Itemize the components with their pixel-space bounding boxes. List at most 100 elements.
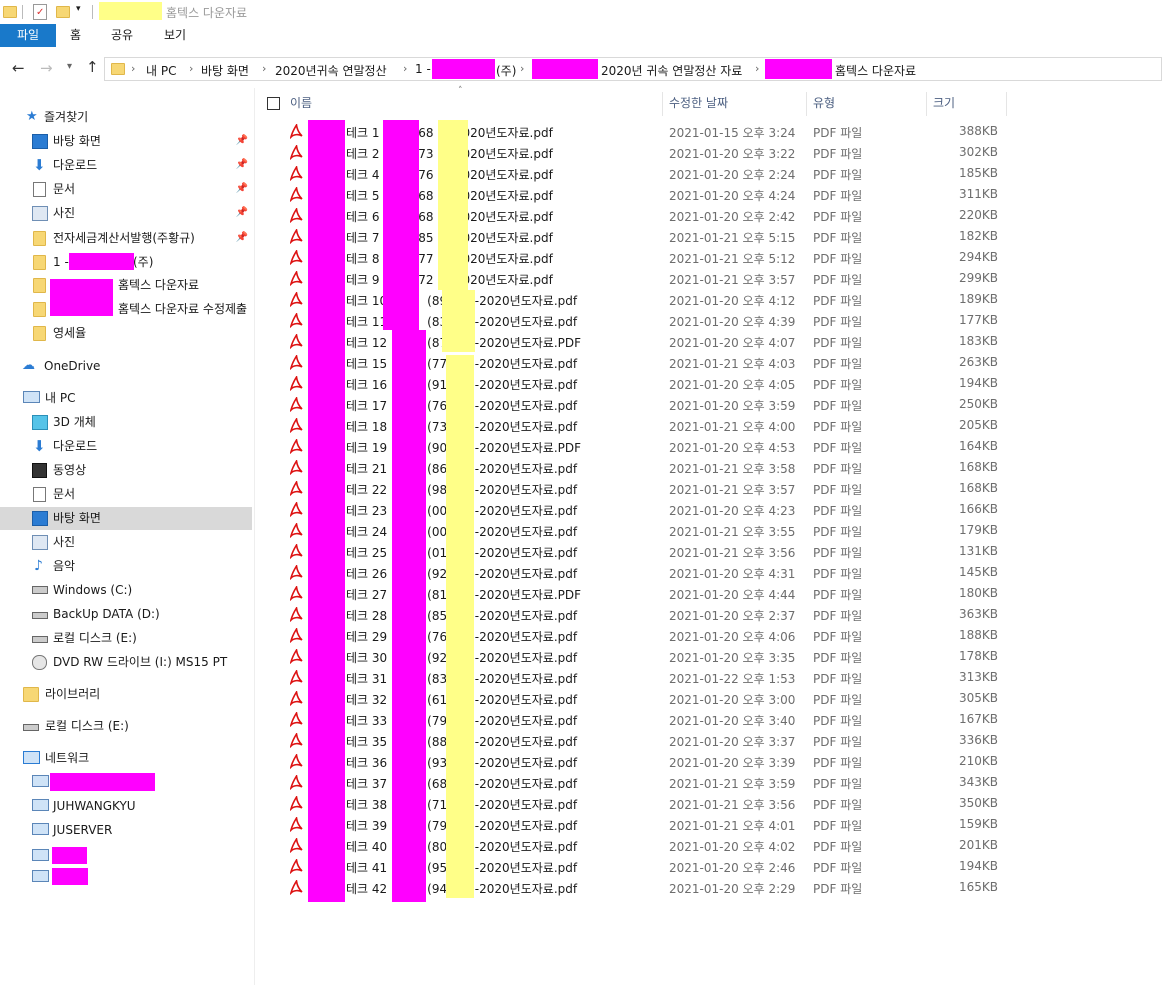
- sidebar-item-hometax[interactable]: 홈텍스 다운자료: [32, 274, 252, 316]
- file-row[interactable]: 테크 12 (87)-2020년도자료.PDF 2021-01-20 오후 4:07…: [262, 331, 1022, 352]
- address-bar[interactable]: › 내 PC › 바탕 화면 › 2020년귀속 연말정산 › 1 - (주) …: [104, 57, 1162, 81]
- column-divider[interactable]: [806, 92, 807, 116]
- sidebar-item-downloads[interactable]: ⬇ 다운로드 📌: [32, 154, 252, 176]
- column-divider[interactable]: [926, 92, 927, 116]
- sidebar-item-documents[interactable]: 문서 📌: [32, 178, 252, 200]
- file-row[interactable]: 테크 7 (85 -2020년도자료.pdf 2021-01-21 오후 5:15 PD…: [262, 226, 1022, 247]
- file-row[interactable]: 테크 22 (98)-2020년도자료.pdf 2021-01-21 오후 3:57…: [262, 478, 1022, 499]
- file-row[interactable]: 테크 25 (01)-2020년도자료.pdf 2021-01-21 오후 3:56…: [262, 541, 1022, 562]
- file-type: PDF 파일: [813, 735, 863, 749]
- new-folder-icon[interactable]: [56, 6, 70, 18]
- pane-divider[interactable]: [254, 88, 255, 985]
- pin-icon[interactable]: 📌: [236, 178, 248, 200]
- file-row[interactable]: 테크 42 (94)-2020년도자료.pdf 2021-01-20 오후 2:29…: [262, 877, 1022, 898]
- file-row[interactable]: 테크 9 (72 -2020년도자료.pdf 2021-01-21 오후 3:57 PD…: [262, 268, 1022, 289]
- sidebar-network-host[interactable]: [32, 845, 112, 867]
- file-row[interactable]: 테크 29 (76)-2020년도자료.pdf 2021-01-20 오후 4:06…: [262, 625, 1022, 646]
- file-row[interactable]: 테크 10 (89)-2020년도자료.pdf 2021-01-20 오후 4:12…: [262, 289, 1022, 310]
- file-row[interactable]: 테크 41 (95)-2020년도자료.pdf 2021-01-20 오후 2:46…: [262, 856, 1022, 877]
- file-row[interactable]: 테크 18 (73)-2020년도자료.pdf 2021-01-21 오후 4:00…: [262, 415, 1022, 436]
- file-name-prefix: 테크 17: [346, 399, 388, 413]
- file-row[interactable]: 테크 30 (92)-2020년도자료.pdf 2021-01-20 오후 3:35…: [262, 646, 1022, 667]
- sidebar-item-tax-invoice[interactable]: 전자세금계산서발행(주황규) 📌: [32, 227, 252, 249]
- sidebar-network-host[interactable]: [32, 771, 162, 793]
- tab-view[interactable]: 보기: [150, 24, 200, 47]
- file-name-prefix: 테크 35: [346, 735, 388, 749]
- file-row[interactable]: 테크 16 (91)-2020년도자료.pdf 2021-01-20 오후 4:05…: [262, 373, 1022, 394]
- crumb-this-pc[interactable]: 내 PC: [146, 62, 176, 79]
- tab-file[interactable]: 파일: [0, 24, 56, 47]
- file-row[interactable]: 테크 32 (61)-2020년도자료.pdf 2021-01-20 오후 3:00…: [262, 688, 1022, 709]
- download-icon: ⬇: [33, 156, 46, 174]
- column-divider[interactable]: [662, 92, 663, 116]
- file-row[interactable]: 테크 38 (71)-2020년도자료.pdf 2021-01-21 오후 3:56…: [262, 793, 1022, 814]
- properties-icon[interactable]: ✓: [33, 4, 47, 20]
- file-row[interactable]: 테크 35 (88)-2020년도자료.pdf 2021-01-20 오후 3:37…: [262, 730, 1022, 751]
- sidebar-item-desktop[interactable]: 바탕 화면 📌: [32, 130, 252, 152]
- tab-home[interactable]: 홈: [56, 24, 95, 47]
- chevron-right-icon[interactable]: ›: [131, 62, 135, 75]
- recent-locations-icon[interactable]: ▾: [67, 61, 72, 72]
- column-header-size[interactable]: 크기: [933, 94, 955, 111]
- select-all-checkbox[interactable]: [267, 97, 280, 110]
- file-row[interactable]: 테크 24 (00)-2020년도자료.pdf 2021-01-21 오후 3:55…: [262, 520, 1022, 541]
- file-row[interactable]: 테크 31 (83)-2020년도자료.pdf 2021-01-22 오후 1:53…: [262, 667, 1022, 688]
- column-header-date[interactable]: 수정한 날짜: [669, 94, 728, 111]
- back-arrow-icon[interactable]: ←: [12, 59, 25, 77]
- file-name-suffix: )-2020년도자료.pdf: [470, 378, 578, 392]
- file-size: 305KB: [958, 691, 998, 705]
- sidebar-network-host[interactable]: [32, 866, 112, 888]
- tab-share[interactable]: 공유: [97, 24, 147, 47]
- crumb-company-prefix[interactable]: 1 -: [415, 62, 431, 76]
- file-row[interactable]: 테크 17 (76)-2020년도자료.pdf 2021-01-20 오후 3:59…: [262, 394, 1022, 415]
- sidebar-item-company[interactable]: 1 - (주): [32, 251, 252, 273]
- chevron-right-icon[interactable]: ›: [262, 62, 266, 75]
- crumb-current-folder[interactable]: 홈텍스 다운자료: [835, 62, 916, 79]
- chevron-right-icon[interactable]: ›: [403, 62, 407, 75]
- crumb-tax-folder[interactable]: 2020년귀속 연말정산: [275, 62, 387, 79]
- crumb-year-data[interactable]: 2020년 귀속 연말정산 자료: [601, 62, 742, 79]
- forward-arrow-icon[interactable]: →: [40, 59, 53, 77]
- file-row[interactable]: 테크 27 (81)-2020년도자료.PDF 2021-01-20 오후 4:44…: [262, 583, 1022, 604]
- file-row[interactable]: 테크 11 (83)-2020년도자료.pdf 2021-01-20 오후 4:39…: [262, 310, 1022, 331]
- pdf-icon: [289, 794, 303, 812]
- chevron-right-icon[interactable]: ›: [755, 62, 759, 75]
- pin-icon[interactable]: 📌: [236, 130, 248, 152]
- pin-icon[interactable]: 📌: [236, 227, 248, 249]
- column-header-type[interactable]: 유형: [813, 94, 835, 111]
- file-row[interactable]: 테크 37 (68)-2020년도자료.pdf 2021-01-21 오후 3:59…: [262, 772, 1022, 793]
- file-row[interactable]: 테크 6 (68 -2020년도자료.pdf 2021-01-20 오후 2:42 PD…: [262, 205, 1022, 226]
- column-divider[interactable]: [1006, 92, 1007, 116]
- chevron-down-icon[interactable]: ▾: [76, 4, 81, 14]
- file-row[interactable]: 테크 33 (79)-2020년도자료.pdf 2021-01-20 오후 3:40…: [262, 709, 1022, 730]
- crumb-desktop[interactable]: 바탕 화면: [201, 62, 249, 79]
- file-row[interactable]: 테크 28 (85)-2020년도자료.pdf 2021-01-20 오후 2:37…: [262, 604, 1022, 625]
- file-row[interactable]: 테크 8 (77 -2020년도자료.pdf 2021-01-21 오후 5:12 PD…: [262, 247, 1022, 268]
- file-row[interactable]: 테크 15 (77)-2020년도자료.pdf 2021-01-21 오후 4:03…: [262, 352, 1022, 373]
- file-date: 2021-01-20 오후 3:39: [669, 756, 796, 770]
- chevron-right-icon[interactable]: ›: [520, 62, 524, 75]
- file-row[interactable]: 테크 4 (76 -2020년도자료.pdf 2021-01-20 오후 2:24 PD…: [262, 163, 1022, 184]
- file-row[interactable]: 테크 2 (73 -2020년도자료.pdf 2021-01-20 오후 3:22 PD…: [262, 142, 1022, 163]
- sidebar-item-pictures[interactable]: 사진 📌: [32, 202, 252, 224]
- file-row[interactable]: 테크 40 (80)-2020년도자료.pdf 2021-01-20 오후 4:02…: [262, 835, 1022, 856]
- file-row[interactable]: 테크 36 (93)-2020년도자료.pdf 2021-01-20 오후 3:39…: [262, 751, 1022, 772]
- pin-icon[interactable]: 📌: [236, 154, 248, 176]
- file-row[interactable]: 테크 19 (90)-2020년도자료.PDF 2021-01-20 오후 4:53…: [262, 436, 1022, 457]
- file-row[interactable]: 테크 21 (86)-2020년도자료.pdf 2021-01-21 오후 3:58…: [262, 457, 1022, 478]
- pin-icon[interactable]: 📌: [236, 202, 248, 224]
- file-name-code: (83: [427, 672, 448, 686]
- file-row[interactable]: 테크 5 (68 -2020년도자료.pdf 2021-01-20 오후 4:24 PD…: [262, 184, 1022, 205]
- file-row[interactable]: 테크 23 (00)-2020년도자료.pdf 2021-01-20 오후 4:23…: [262, 499, 1022, 520]
- file-row[interactable]: 테크 1 (68 -2020년도자료.pdf 2021-01-15 오후 3:24 PD…: [262, 121, 1022, 142]
- file-row[interactable]: 테크 26 (92)-2020년도자료.pdf 2021-01-20 오후 4:31…: [262, 562, 1022, 583]
- sidebar-item-hometax-revised[interactable]: 홈텍스 다운자료 수정제출: [32, 298, 252, 320]
- up-arrow-icon[interactable]: ↑: [86, 58, 99, 76]
- column-header-name[interactable]: 이름: [290, 94, 312, 111]
- sidebar-item-zero-rate[interactable]: 영세율: [32, 322, 252, 344]
- computer-icon: [32, 799, 49, 811]
- pdf-icon: [289, 248, 303, 266]
- crumb-company-suffix[interactable]: (주): [496, 62, 516, 79]
- chevron-right-icon[interactable]: ›: [189, 62, 193, 75]
- file-row[interactable]: 테크 39 (79)-2020년도자료.pdf 2021-01-21 오후 4:01…: [262, 814, 1022, 835]
